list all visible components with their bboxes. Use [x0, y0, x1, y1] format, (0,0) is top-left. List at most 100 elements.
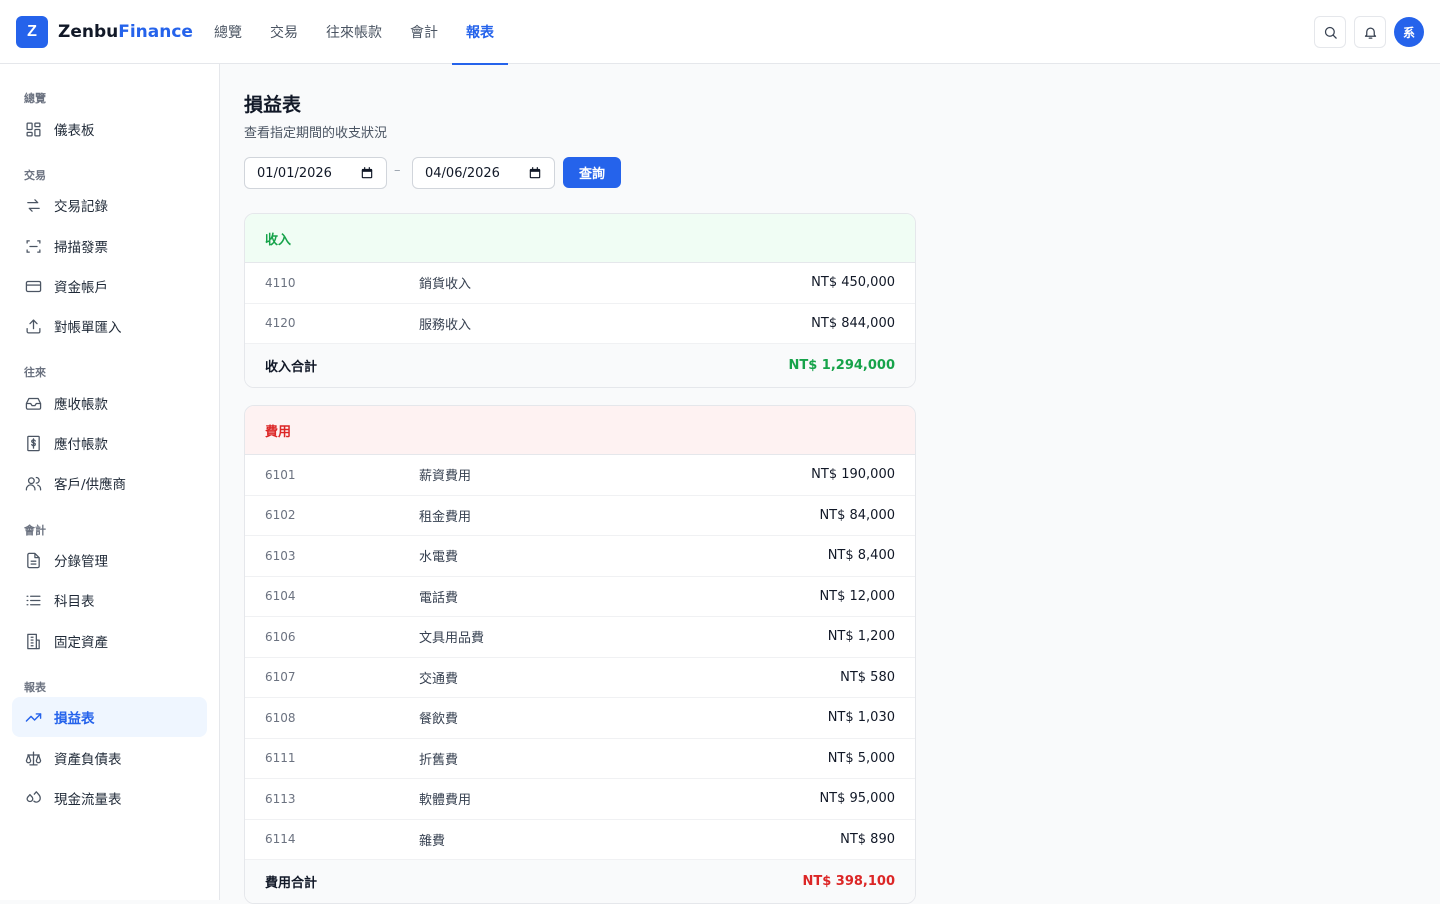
account-code: 6103	[265, 548, 296, 563]
topnav-transactions[interactable]: 交易	[256, 0, 312, 64]
document-icon	[24, 551, 42, 569]
sidebar-section-relations: 往來	[24, 366, 46, 379]
topnav-accounts[interactable]: 往來帳款	[312, 0, 396, 64]
date-from-input[interactable]: 01/01/2026	[244, 157, 387, 189]
income-total-amount: NT$ 1,294,000	[788, 358, 895, 373]
avatar[interactable]: 系	[1394, 17, 1424, 47]
logo-badge[interactable]: Z	[16, 16, 48, 48]
table-row: 6113 軟體費用 NT$ 95,000	[245, 779, 915, 820]
sidebar-item-scan-invoice[interactable]: 掃描發票	[12, 226, 207, 266]
top-nav: 總覽 交易 往來帳款 會計 報表	[200, 0, 508, 65]
table-row: 6106 文具用品費 NT$ 1,200	[245, 617, 915, 658]
topnav-reports[interactable]: 報表	[452, 0, 508, 65]
sidebar-item-label: 現金流量表	[54, 792, 122, 808]
sidebar-item-fund-accounts[interactable]: 資金帳戶	[12, 266, 207, 306]
account-code: 6111	[265, 751, 296, 766]
sidebar-item-label: 對帳單匯入	[54, 320, 122, 336]
account-name: 薪資費用	[419, 469, 472, 485]
sidebar-item-customers-suppliers[interactable]: 客戶/供應商	[12, 463, 207, 503]
income-card: 收入 4110 銷貨收入 NT$ 450,000 4120 服務收入 NT$ 8…	[244, 213, 916, 388]
expense-total-label: 費用合計	[265, 876, 318, 891]
account-amount: NT$ 1,030	[827, 710, 895, 726]
table-row: 6111 折舊費 NT$ 5,000	[245, 739, 915, 779]
calendar-icon[interactable]	[528, 166, 542, 180]
sidebar-item-fixed-assets[interactable]: 固定資產	[12, 621, 207, 661]
account-code: 6108	[265, 710, 296, 725]
account-code: 6107	[265, 670, 296, 685]
query-button[interactable]: 查詢	[563, 157, 621, 188]
scan-icon	[24, 237, 42, 255]
sidebar-item-label: 應付帳款	[54, 437, 108, 453]
account-amount: NT$ 190,000	[811, 467, 895, 483]
scale-icon	[24, 749, 42, 767]
sidebar-item-income-statement[interactable]: 損益表	[12, 697, 207, 737]
table-row: 6102 租金費用 NT$ 84,000	[245, 496, 915, 536]
income-header: 收入	[245, 214, 915, 263]
brand-part2: Finance	[118, 22, 193, 42]
expense-total-amount: NT$ 398,100	[802, 874, 895, 889]
sidebar-item-label: 損益表	[54, 711, 95, 727]
account-code: 4120	[265, 316, 296, 331]
account-code: 6106	[265, 629, 296, 644]
sidebar-item-journal-entries[interactable]: 分錄管理	[12, 540, 207, 580]
transfer-arrows-icon	[24, 196, 42, 214]
topnav-overview[interactable]: 總覽	[200, 0, 256, 64]
account-name: 軟體費用	[419, 793, 472, 809]
sidebar-item-balance-sheet[interactable]: 資產負債表	[12, 738, 207, 778]
date-from-value: 01/01/2026	[257, 165, 332, 181]
search-icon	[1324, 26, 1337, 39]
main-content: 損益表 查看指定期間的收支狀況 01/01/2026 – 04/06/2026 …	[220, 64, 1440, 904]
sidebar-section-transactions: 交易	[24, 169, 46, 182]
expense-total-row: 費用合計 NT$ 398,100	[245, 860, 915, 903]
trending-up-icon	[24, 708, 42, 726]
notifications-button[interactable]	[1354, 16, 1386, 48]
account-name: 銷貨收入	[419, 277, 472, 293]
dollar-receipt-icon	[24, 434, 42, 452]
list-icon	[24, 591, 42, 609]
sidebar-item-statement-import[interactable]: 對帳單匯入	[12, 306, 207, 346]
sidebar-item-receivables[interactable]: 應收帳款	[12, 383, 207, 423]
sidebar-item-chart-of-accounts[interactable]: 科目表	[12, 580, 207, 620]
sidebar-item-label: 應收帳款	[54, 397, 108, 413]
expense-header: 費用	[245, 406, 915, 455]
account-amount: NT$ 450,000	[811, 275, 895, 291]
sidebar: 總覽 儀表板 交易 交易記錄 掃描發票 資金帳戶 對帳單匯入 往來 應收帳款 應…	[0, 64, 220, 900]
expense-card: 費用 6101 薪資費用 NT$ 190,000 6102 租金費用 NT$ 8…	[244, 405, 916, 904]
sidebar-item-label: 客戶/供應商	[54, 477, 127, 493]
account-name: 水電費	[419, 550, 459, 566]
sidebar-item-transaction-records[interactable]: 交易記錄	[12, 185, 207, 225]
account-name: 交通費	[419, 671, 459, 687]
account-amount: NT$ 95,000	[819, 791, 895, 807]
droplets-icon	[24, 789, 42, 807]
sidebar-section-accounting: 會計	[24, 524, 46, 537]
calendar-icon[interactable]	[360, 166, 374, 180]
account-amount: NT$ 5,000	[827, 750, 895, 766]
account-amount: NT$ 8,400	[827, 548, 895, 564]
date-to-input[interactable]: 04/06/2026	[412, 157, 555, 189]
inbox-icon	[24, 394, 42, 412]
brand-name[interactable]: ZenbuFinance	[58, 21, 193, 43]
date-to-value: 04/06/2026	[425, 165, 500, 181]
sidebar-item-label: 科目表	[54, 594, 95, 610]
table-row: 6101 薪資費用 NT$ 190,000	[245, 455, 915, 496]
sidebar-section-reports: 報表	[24, 681, 46, 694]
account-code: 4110	[265, 275, 296, 290]
topnav-accounting[interactable]: 會計	[396, 0, 452, 64]
account-code: 6104	[265, 589, 296, 604]
sidebar-item-payables[interactable]: 應付帳款	[12, 423, 207, 463]
page-title: 損益表	[244, 94, 302, 116]
search-button[interactable]	[1314, 16, 1346, 48]
account-amount: NT$ 844,000	[811, 315, 895, 331]
table-row: 6104 電話費 NT$ 12,000	[245, 577, 915, 617]
sidebar-item-cash-flow[interactable]: 現金流量表	[12, 778, 207, 818]
account-name: 餐飲費	[419, 712, 459, 728]
account-code: 6101	[265, 467, 296, 482]
sidebar-item-label: 固定資產	[54, 635, 108, 651]
table-row: 6107 交通費 NT$ 580	[245, 658, 915, 698]
brand-part1: Zenbu	[58, 22, 119, 42]
sidebar-item-dashboard[interactable]: 儀表板	[12, 109, 207, 149]
bell-icon	[1364, 27, 1376, 39]
users-icon	[24, 474, 42, 492]
account-name: 雜費	[419, 833, 446, 849]
income-total-row: 收入合計 NT$ 1,294,000	[245, 344, 915, 387]
